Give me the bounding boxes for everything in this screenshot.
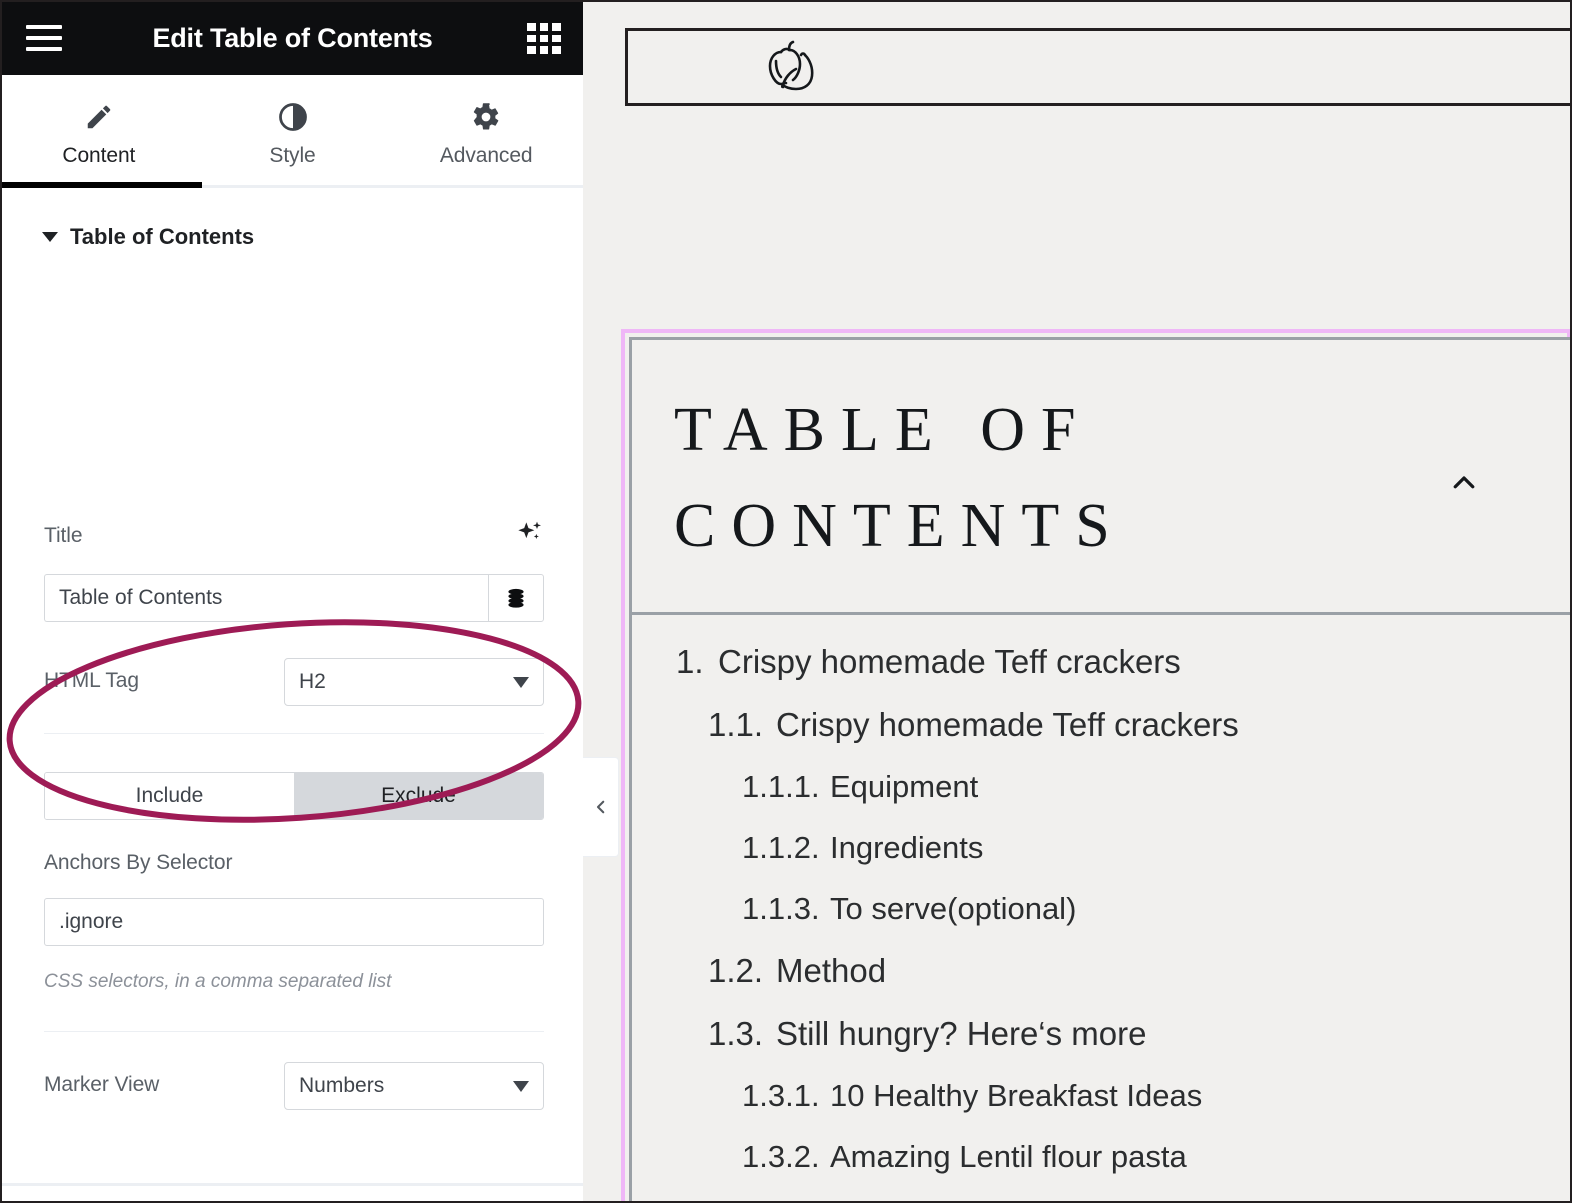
section-title-table-of-contents: Table of Contents	[70, 224, 255, 249]
page-preview: Table of Contents 1. Crispy homemade Tef…	[583, 2, 1570, 1201]
anchors-by-selector-label: Anchors By Selector	[44, 851, 233, 874]
panel-title: Edit Table of Contents	[152, 23, 433, 53]
toc-list-item[interactable]: 1.2. Method	[632, 952, 1570, 990]
include-exclude-toggle: Include Exclude	[44, 772, 544, 820]
toc-item-marker: 1.2.	[708, 952, 764, 989]
caret-down-icon	[42, 232, 58, 242]
tab-content[interactable]: Content	[2, 75, 202, 188]
section-header-table-of-contents[interactable]: Table of Contents	[2, 188, 583, 250]
contrast-circle-icon	[278, 101, 308, 133]
chevron-down-icon	[513, 676, 529, 688]
title-field-wrap	[44, 574, 544, 622]
marker-view-value: Numbers	[299, 1074, 385, 1097]
section-divider	[2, 1183, 583, 1186]
toc-list-item[interactable]: 1. Crispy homemade Teff crackers	[632, 643, 1570, 681]
tab-style[interactable]: Style	[196, 75, 390, 185]
toc-item-marker: 1.3.2.	[742, 1139, 820, 1174]
anchors-by-selector-input[interactable]	[44, 898, 544, 946]
chevron-down-icon	[513, 1080, 529, 1092]
toc-item-marker: 1.1.2.	[742, 830, 820, 865]
title-input[interactable]	[44, 574, 488, 622]
toc-header: Table of Contents	[632, 340, 1570, 615]
tab-style-label: Style	[269, 143, 316, 167]
toc-list-item[interactable]: 1.3.2. Amazing Lentil flour pasta	[632, 1139, 1570, 1175]
database-stack-icon[interactable]	[488, 574, 544, 622]
panel-body: Table of Contents Title Table of Content…	[2, 188, 583, 1201]
pencil-icon	[84, 101, 114, 133]
panel-header: Edit Table of Contents	[2, 2, 583, 75]
toc-item-label: Equipment	[830, 769, 979, 804]
site-header-box	[625, 28, 1570, 106]
toc-item-marker: 1.3.	[708, 1015, 764, 1052]
marker-view-label: Marker View	[44, 1073, 160, 1096]
include-segment[interactable]: Include	[45, 773, 294, 819]
sparkle-icon[interactable]	[513, 519, 545, 556]
anchors-by-selector-help: CSS selectors, in a comma separated list	[44, 971, 392, 992]
toc-item-marker: 1.1.1.	[742, 769, 820, 804]
toc-item-label: Method	[776, 952, 887, 989]
toc-list-item[interactable]: 1.3.1. 10 Healthy Breakfast Ideas	[632, 1078, 1570, 1114]
toc-item-marker: 1.3.1.	[742, 1078, 820, 1113]
title-field-label: Title	[44, 524, 83, 547]
toc-list-item[interactable]: 1.3. Still hungry? Here‘s more	[632, 1015, 1570, 1053]
toc-item-label: 10 Healthy Breakfast Ideas	[830, 1078, 1203, 1113]
section-title-additional-options: Additional Options	[64, 1198, 261, 1201]
toc-item-label: Ingredients	[830, 830, 984, 865]
tab-content-label: Content	[62, 143, 136, 167]
tab-advanced[interactable]: Advanced	[389, 75, 583, 185]
editor-panel: Edit Table of Contents Content Style Adv…	[2, 2, 583, 1201]
html-tag-label: HTML Tag	[44, 669, 139, 692]
tab-advanced-label: Advanced	[439, 143, 533, 167]
toc-list-item[interactable]: 1.1. Crispy homemade Teff crackers	[632, 706, 1570, 744]
toc-list-item[interactable]: 1.1.2. Ingredients	[632, 830, 1570, 866]
section-header-additional-options[interactable]: Additional Options	[2, 1198, 261, 1201]
toc-item-label: Amazing Lentil flour pasta	[830, 1139, 1187, 1174]
screenshot-root: Edit Table of Contents Content Style Adv…	[0, 0, 1572, 1203]
toc-item-label: Crispy homemade Teff crackers	[718, 643, 1181, 680]
chevron-up-icon[interactable]	[1443, 468, 1485, 503]
divider	[44, 733, 544, 734]
divider	[44, 1031, 544, 1032]
marker-view-select[interactable]: Numbers	[284, 1062, 544, 1110]
toc-item-label: To serve(optional)	[830, 891, 1077, 926]
panel-collapse-handle[interactable]	[583, 757, 619, 857]
toc-item-marker: 1.1.	[708, 706, 764, 743]
toc-widget-inner: Table of Contents 1. Crispy homemade Tef…	[629, 337, 1570, 1201]
toc-list-item[interactable]: 1.1.3. To serve(optional)	[632, 891, 1570, 927]
toc-list-item[interactable]: 1.1.1. Equipment	[632, 769, 1570, 805]
toc-heading: Table of Contents	[674, 396, 1126, 561]
toc-item-marker: 1.	[676, 643, 704, 680]
toc-widget[interactable]: Table of Contents 1. Crispy homemade Tef…	[621, 329, 1570, 1201]
toc-item-label: Still hungry? Here‘s more	[776, 1015, 1147, 1052]
toc-item-label: Crispy homemade Teff crackers	[776, 706, 1239, 743]
toc-list: 1. Crispy homemade Teff crackers 1.1. Cr…	[632, 615, 1570, 1175]
apps-grid-icon[interactable]	[527, 23, 561, 54]
gear-icon	[471, 101, 501, 133]
html-tag-select[interactable]: H2	[284, 658, 544, 706]
html-tag-value: H2	[299, 670, 326, 693]
panel-tabs: Content Style Advanced	[2, 75, 583, 188]
apple-banana-logo-icon	[748, 37, 834, 108]
toc-item-marker: 1.1.3.	[742, 891, 820, 926]
exclude-segment[interactable]: Exclude	[294, 773, 543, 819]
